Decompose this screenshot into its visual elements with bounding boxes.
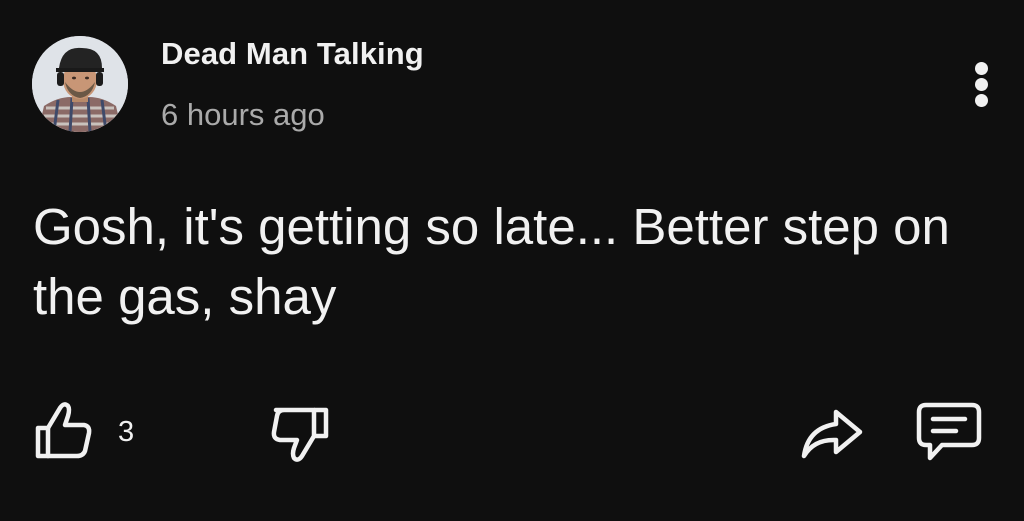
more-options-button[interactable] bbox=[962, 58, 1002, 110]
like-count: 3 bbox=[118, 416, 135, 448]
community-post: Dead Man Talking 6 hours ago Gosh, it's … bbox=[0, 0, 1024, 521]
comment-button[interactable] bbox=[914, 400, 984, 464]
share-button[interactable] bbox=[800, 406, 864, 462]
thumbs-up-icon bbox=[35, 402, 92, 459]
comment-icon bbox=[916, 402, 982, 461]
like-button[interactable] bbox=[34, 398, 94, 462]
thumbs-down-icon bbox=[271, 407, 329, 462]
avatar-image bbox=[32, 36, 128, 132]
user-avatar[interactable] bbox=[32, 36, 128, 132]
author-name[interactable]: Dead Man Talking bbox=[161, 36, 424, 72]
dislike-button[interactable] bbox=[268, 404, 332, 466]
post-message: Gosh, it's getting so late... Better ste… bbox=[33, 198, 950, 325]
share-arrow-icon bbox=[801, 409, 863, 459]
post-timestamp: 6 hours ago bbox=[161, 97, 325, 132]
